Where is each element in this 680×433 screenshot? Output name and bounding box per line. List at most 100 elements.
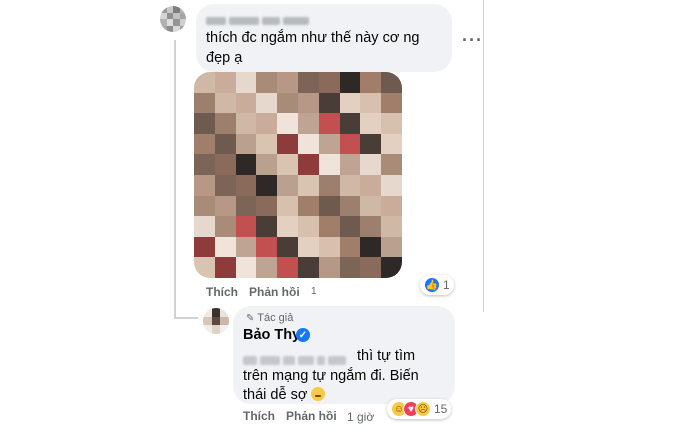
photo-mosaic-tile [277, 154, 298, 175]
photo-mosaic-tile [194, 236, 215, 258]
photo-mosaic-tile [256, 72, 278, 93]
photo-mosaic-tile [256, 175, 278, 196]
photo-mosaic-tile [318, 216, 340, 237]
photo-mosaic-tile [214, 154, 236, 175]
photo-mosaic-tile [339, 154, 361, 175]
photo-mosaic-tile [256, 92, 278, 114]
photo-mosaic-tile [235, 133, 257, 155]
photo-mosaic-tile [339, 236, 361, 258]
sad-icon: ☹ [415, 401, 431, 417]
photo-mosaic-tile [277, 175, 298, 196]
photo-mosaic-tile [214, 216, 236, 237]
photo-mosaic-tile [339, 113, 361, 134]
photo-mosaic-tile [194, 72, 215, 93]
photo-mosaic-tile [277, 195, 298, 217]
photo-mosaic-tile [360, 133, 382, 155]
photo-mosaic-tile [194, 92, 215, 114]
photo-mosaic-tile [235, 154, 257, 175]
like-button[interactable]: Thích [206, 285, 238, 299]
photo-mosaic-tile [256, 113, 278, 134]
photo-mosaic-tile [235, 257, 257, 278]
photo-mosaic-tile [235, 113, 257, 134]
photo-mosaic-tile [235, 72, 257, 93]
photo-mosaic-tile [256, 133, 278, 155]
comment-timestamp[interactable]: 1 [311, 286, 317, 297]
photo-mosaic-tile [194, 216, 215, 237]
photo-mosaic-tile [360, 236, 382, 258]
reaction-count: 15 [434, 402, 448, 416]
photo-mosaic-tile [381, 133, 402, 155]
reply-reaction-summary[interactable]: ☺ ♥ ☹ 15 [387, 399, 452, 419]
photo-mosaic-tile [214, 113, 236, 134]
photo-mosaic-tile [339, 92, 361, 114]
photo-mosaic-tile [318, 133, 340, 155]
photo-mosaic-tile [194, 175, 215, 196]
reaction-count: 1 [443, 278, 450, 292]
photo-mosaic-tile [297, 257, 319, 278]
photo-mosaic-tile [360, 175, 382, 196]
photo-mosaic-tile [214, 92, 236, 114]
photo-mosaic-tile [297, 113, 319, 134]
photo-mosaic-tile [381, 72, 402, 93]
photo-mosaic-tile [339, 195, 361, 217]
photo-mosaic-tile [381, 113, 402, 134]
photo-mosaic-tile [256, 257, 278, 278]
photo-mosaic-tile [277, 92, 298, 114]
photo-mosaic-tile [256, 154, 278, 175]
photo-mosaic-tile [360, 72, 382, 93]
comment-text-line1: thích đc ngắm như thế này cơ ng [206, 30, 420, 46]
commenter-avatar[interactable] [160, 6, 186, 32]
reply-text-line1: thì tự tìm [243, 346, 415, 366]
photo-mosaic-tile [235, 92, 257, 114]
content-divider [483, 0, 484, 312]
photo-mosaic-tile [235, 195, 257, 217]
photo-mosaic-tile [277, 113, 298, 134]
photo-mosaic-tile [339, 257, 361, 278]
photo-mosaic-tile [277, 72, 298, 93]
comment-photo[interactable] [194, 72, 402, 278]
photo-mosaic-tile [318, 154, 340, 175]
like-icon: 👍 [424, 277, 440, 293]
photo-mosaic-tile [360, 257, 382, 278]
photo-mosaic-tile [235, 236, 257, 258]
photo-mosaic-tile [194, 257, 215, 278]
photo-mosaic-tile [318, 175, 340, 196]
photo-mosaic-tile [381, 236, 402, 258]
photo-mosaic-tile [360, 154, 382, 175]
photo-mosaic-tile [381, 257, 402, 278]
author-tag: ✎ Tác giả [246, 312, 294, 324]
photo-mosaic-tile [214, 195, 236, 217]
photo-mosaic-tile [297, 236, 319, 258]
photo-mosaic-tile [318, 195, 340, 217]
reply-reply-button[interactable]: Phản hồi [286, 409, 337, 423]
comment-text-line2: đẹp ạ [206, 50, 243, 66]
more-horizontal-icon[interactable]: ··· [462, 30, 483, 51]
photo-mosaic-tile [235, 175, 257, 196]
photo-mosaic-tile [318, 72, 340, 93]
sad-face-emoji-icon [311, 387, 326, 401]
photo-mosaic-tile [277, 257, 298, 278]
reply-button[interactable]: Phản hồi [249, 285, 300, 299]
photo-mosaic-tile [235, 216, 257, 237]
photo-mosaic-tile [256, 195, 278, 217]
photo-mosaic-tile [339, 72, 361, 93]
photo-mosaic-tile [360, 113, 382, 134]
commenter-name-redacted[interactable] [206, 12, 326, 25]
photo-mosaic-tile [297, 133, 319, 155]
photo-mosaic-tile [194, 113, 215, 134]
photo-mosaic-tile [277, 133, 298, 155]
photo-mosaic-tile [297, 175, 319, 196]
comment-reaction-summary[interactable]: 👍 1 [420, 275, 454, 295]
reply-text-line2: trên mạng tự ngắm đi. Biến [243, 368, 419, 384]
reply-text-line3: thái dễ sợ [243, 385, 326, 405]
reply-timestamp[interactable]: 1 giờ [347, 410, 374, 424]
photo-mosaic-tile [214, 257, 236, 278]
photo-mosaic-tile [339, 216, 361, 237]
author-name[interactable]: Bảo Thy [243, 327, 300, 343]
author-avatar[interactable] [203, 308, 229, 334]
photo-mosaic-tile [381, 92, 402, 114]
photo-mosaic-tile [194, 154, 215, 175]
photo-mosaic-tile [194, 195, 215, 217]
reply-like-button[interactable]: Thích [243, 409, 275, 423]
photo-mosaic-tile [381, 195, 402, 217]
